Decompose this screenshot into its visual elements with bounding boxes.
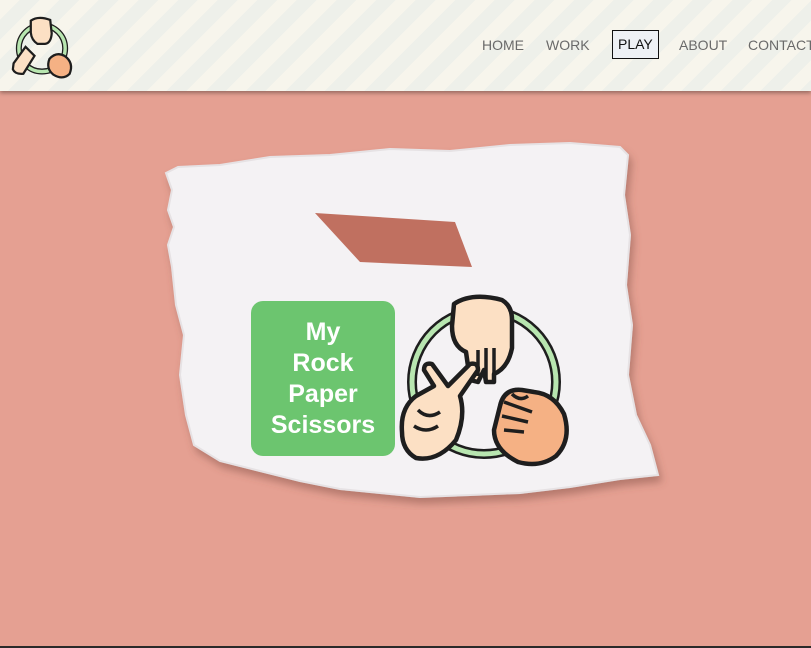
- title-line-4: Scissors: [270, 410, 376, 439]
- title-line-3: Paper: [288, 379, 358, 408]
- nav-work[interactable]: WORK: [546, 30, 590, 60]
- main-nav: HOME WORK PLAY ABOUT CONTACT: [0, 30, 811, 60]
- title-card: My Rock Paper Scissors: [251, 301, 395, 456]
- nav-home[interactable]: HOME: [482, 30, 524, 60]
- nav-about[interactable]: ABOUT: [679, 30, 727, 60]
- title-line-2: Rock: [292, 348, 354, 377]
- nav-play[interactable]: PLAY: [612, 30, 659, 59]
- nav-contact[interactable]: CONTACT: [748, 30, 811, 60]
- site-header: HOME WORK PLAY ABOUT CONTACT: [0, 0, 811, 91]
- title-line-1: My: [305, 317, 341, 346]
- rock-paper-scissors-hands-icon: [399, 294, 569, 467]
